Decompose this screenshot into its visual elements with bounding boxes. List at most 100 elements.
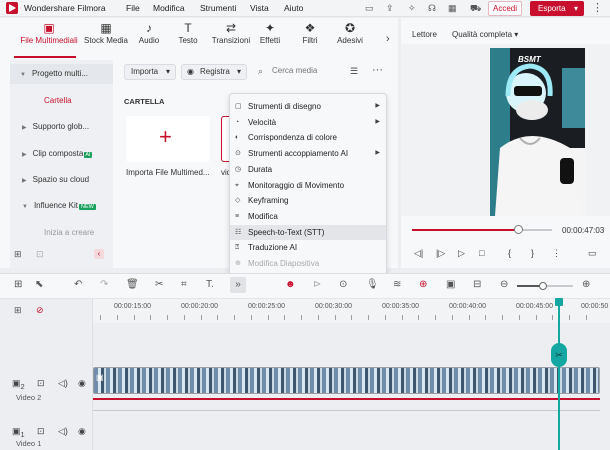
pip-icon[interactable]: ▣ [446, 279, 455, 290]
menu-item-accoppiamento-ai[interactable]: ⊙ Strumenti accoppiamento AI ▶ [230, 146, 386, 162]
video-frame[interactable]: BSMT [490, 48, 585, 216]
display-settings-icon[interactable]: ▭ [588, 248, 597, 259]
ruler-tick [519, 315, 520, 320]
export-button[interactable]: Esporta ▾ [530, 1, 584, 16]
upload-icon[interactable]: ⇪ [386, 3, 394, 14]
text-tool-icon[interactable]: T. [206, 279, 214, 290]
record-label: Registra [200, 67, 230, 76]
ruler-tick [452, 315, 453, 320]
redo-icon[interactable]: ↷ [100, 279, 108, 290]
delete-icon[interactable]: 🗑 [126, 279, 139, 290]
menu-strumenti[interactable]: Strumenti [200, 3, 236, 13]
bulb-icon[interactable]: ✧ [408, 3, 416, 14]
previous-frame-icon[interactable]: ◁| [414, 248, 423, 259]
chevron-down-icon: ▾ [514, 30, 519, 39]
eye-icon[interactable]: ◉ [78, 378, 86, 389]
cart-icon[interactable]: ⛟ [470, 3, 481, 15]
ruler-tick [234, 315, 235, 320]
more-options-icon[interactable]: ⋮ [592, 1, 603, 14]
play-icon[interactable]: ▷ [458, 248, 465, 259]
playhead-line[interactable] [558, 300, 560, 450]
chevron-right-icon[interactable]: › [386, 33, 390, 45]
snap-icon[interactable]: ⊕ [419, 279, 427, 290]
sidebar-item-label: Clip composta [32, 149, 84, 158]
menu-item-durata[interactable]: ◷ Durata [230, 162, 386, 178]
menu-item-keyframing[interactable]: ◇ Keyframing [230, 193, 386, 209]
sidebar-item-spazio-cloud[interactable]: ▶ Spazio su cloud [12, 170, 110, 190]
quality-dropdown[interactable]: Qualità completa ▾ [452, 30, 518, 39]
new-folder-icon[interactable]: ⊞ [14, 249, 22, 260]
menu-item-strumenti-disegno[interactable]: ▢ Strumenti di disegno ▶ [230, 99, 386, 115]
sign-in-button[interactable]: Accedi [488, 1, 522, 16]
audio-mix-icon[interactable]: ≋ [393, 279, 401, 290]
menu-aiuto[interactable]: Aiuto [284, 3, 303, 13]
crop-icon[interactable]: ⌗ [181, 279, 187, 290]
playhead-handle[interactable] [555, 298, 563, 306]
menu-item-velocita[interactable]: ◔ Velocità ▶ [230, 115, 386, 131]
tab-adesivi[interactable]: ✪ Adesivi [324, 20, 376, 45]
more-tools-icon[interactable]: » [230, 277, 246, 293]
sidebar-item-progetto[interactable]: ▼ Progetto multi... [10, 64, 113, 84]
grid-icon[interactable]: ▦ [448, 3, 457, 14]
menu-item-corrispondenza-colore[interactable]: ◐ Corrispondenza di colore [230, 130, 386, 146]
more-options-icon[interactable]: ⋮ [552, 248, 561, 259]
mark-icon[interactable]: ⊙ [339, 279, 347, 290]
folder-icon[interactable]: ⊡ [37, 378, 45, 389]
folder-move-icon[interactable]: ⊡ [36, 249, 44, 260]
mark-out-icon[interactable]: } [531, 248, 534, 258]
stop-icon[interactable]: □ [479, 248, 484, 258]
zoom-slider-knob[interactable] [538, 282, 547, 290]
video-clip[interactable] [93, 367, 600, 394]
zoom-out-icon[interactable]: ⊖ [500, 279, 508, 290]
menu-file[interactable]: File [126, 3, 140, 13]
plus-icon: + [159, 124, 172, 149]
ai-face-icon[interactable]: ☻ [285, 279, 296, 290]
cut-icon[interactable]: ✂ [155, 279, 163, 290]
filter-icon[interactable]: ☰ [350, 66, 358, 77]
playback-time: 00:00:47:03 [562, 226, 605, 235]
tab-file-multimediali[interactable]: ▣ File Multimediali [18, 20, 80, 45]
import-dropdown[interactable]: Importa ▾ [124, 64, 176, 80]
folder-icon[interactable]: ⊡ [37, 426, 45, 437]
menu-item-monitoraggio[interactable]: ⌖ Monitoraggio di Movimento [230, 178, 386, 194]
select-tool-icon[interactable]: ⬉ [35, 279, 43, 290]
search-input[interactable] [272, 66, 342, 75]
app-title: Wondershare Filmora [24, 3, 106, 13]
sidebar-item-clip-composta[interactable]: ▶ Clip composta AI [12, 144, 110, 164]
collapse-sidebar-icon[interactable]: ‹ [94, 249, 104, 259]
menu-item-speech-to-text[interactable]: ☷ Speech-to-Text (STT) [230, 224, 386, 241]
speaker-icon[interactable]: ◁) [58, 426, 68, 437]
menu-modifica[interactable]: Modifica [153, 3, 185, 13]
step-back-icon[interactable]: |▷ [436, 248, 445, 259]
add-track-icon[interactable]: ⊞ [14, 305, 22, 316]
tab-label: Filtri [302, 36, 318, 45]
sidebar-item-influence-kit[interactable]: ▼ Influence Kit NEW [12, 196, 110, 216]
render-icon[interactable]: ⊳ [313, 279, 321, 290]
zoom-in-icon[interactable]: ⊕ [582, 279, 590, 290]
layout-icon[interactable]: ⊞ [14, 279, 22, 290]
menu-item-traduzione-ai[interactable]: ⍰ Traduzione AI [230, 240, 386, 256]
ruler-label: 00:00:45:00 [516, 303, 553, 310]
link-icon[interactable]: ⊘ [36, 305, 44, 316]
speaker-icon[interactable]: ◁) [58, 378, 68, 389]
split-scissors-icon[interactable]: ✂ [551, 343, 567, 367]
menu-item-modifica[interactable]: ≡ Modifica [230, 209, 386, 225]
eye-icon[interactable]: ◉ [78, 426, 86, 437]
undo-icon[interactable]: ↶ [74, 279, 82, 290]
support-icon[interactable]: ☊ [428, 3, 436, 14]
sidebar-item-supporto[interactable]: ▶ Supporto glob... [12, 117, 110, 137]
import-media-card[interactable]: + [126, 116, 210, 162]
split-view-icon[interactable]: ⊟ [473, 279, 481, 290]
microphone-icon[interactable]: 🎙 [366, 279, 379, 290]
track-number: 1 [20, 429, 25, 439]
sidebar-subitem-cartella[interactable]: Cartella [44, 96, 72, 105]
audio-waveform-line [93, 398, 600, 400]
menu-vista[interactable]: Vista [250, 3, 269, 13]
ruler-tick [268, 315, 269, 320]
save-icon[interactable]: ▭ [365, 3, 374, 14]
mark-in-icon[interactable]: { [508, 248, 511, 258]
tab-label: Testo [178, 36, 198, 45]
record-dropdown[interactable]: ◉ Registra ▾ [181, 64, 247, 80]
more-options-icon[interactable]: ··· [372, 64, 383, 76]
quality-label: Qualità completa [452, 30, 513, 39]
